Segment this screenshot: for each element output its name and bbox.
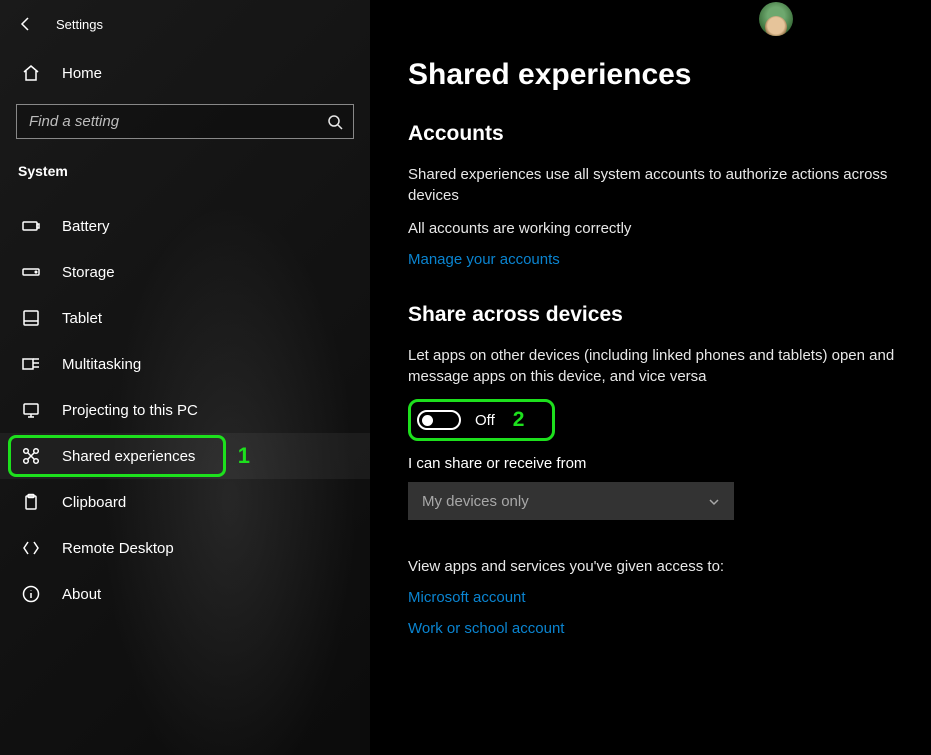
window-title: Settings <box>56 17 103 32</box>
toggle-state-label: Off <box>475 412 495 429</box>
sidebar-item-label: Multitasking <box>62 356 141 373</box>
home-button[interactable]: Home <box>0 56 370 98</box>
share-across-description: Let apps on other devices (including lin… <box>408 345 905 387</box>
share-across-heading: Share across devices <box>408 303 905 327</box>
home-label: Home <box>62 65 102 82</box>
accounts-status: All accounts are working correctly <box>408 218 905 239</box>
sidebar-item-label: Remote Desktop <box>62 540 174 557</box>
main-content: Shared experiences Accounts Shared exper… <box>370 0 931 755</box>
share-toggle[interactable] <box>417 410 461 430</box>
back-arrow-icon[interactable] <box>18 16 34 32</box>
annotation-number-1: 1 <box>238 443 250 469</box>
projecting-icon <box>22 401 40 419</box>
user-avatar[interactable] <box>759 2 793 36</box>
share-from-dropdown[interactable]: My devices only <box>408 482 734 520</box>
sidebar-item-label: Storage <box>62 264 115 281</box>
sidebar-item-storage[interactable]: Storage <box>0 249 370 295</box>
sidebar-item-label: Tablet <box>62 310 102 327</box>
accounts-heading: Accounts <box>408 122 905 146</box>
storage-icon <box>22 263 40 281</box>
access-links: Microsoft account Work or school account <box>408 589 905 637</box>
accounts-description: Shared experiences use all system accoun… <box>408 164 905 206</box>
battery-icon <box>22 217 40 235</box>
sidebar-item-multitasking[interactable]: Multitasking <box>0 341 370 387</box>
remote-desktop-icon <box>22 539 40 557</box>
annotation-number-2: 2 <box>513 408 525 432</box>
sidebar-item-label: Clipboard <box>62 494 126 511</box>
sidebar-item-label: Battery <box>62 218 110 235</box>
search-input[interactable] <box>29 113 327 130</box>
sidebar-nav: Battery Storage Tablet Multitasking Proj… <box>0 193 370 617</box>
sidebar-item-label: Shared experiences <box>62 448 195 465</box>
sidebar-item-tablet[interactable]: Tablet <box>0 295 370 341</box>
shared-experiences-icon <box>22 447 40 465</box>
dropdown-selected-value: My devices only <box>422 493 529 510</box>
home-icon <box>22 64 40 82</box>
tablet-icon <box>22 309 40 327</box>
toggle-knob <box>422 415 433 426</box>
sidebar-item-shared-experiences[interactable]: Shared experiences 1 <box>0 433 370 479</box>
page-title: Shared experiences <box>408 58 905 92</box>
sidebar: Settings Home System Battery Storage <box>0 0 370 755</box>
sidebar-item-clipboard[interactable]: Clipboard <box>0 479 370 525</box>
sidebar-item-battery[interactable]: Battery <box>0 203 370 249</box>
clipboard-icon <box>22 493 40 511</box>
sidebar-item-label: Projecting to this PC <box>62 402 198 419</box>
sidebar-group-heading: System <box>0 159 370 193</box>
search-icon <box>327 114 343 130</box>
search-input-wrapper[interactable] <box>16 104 354 139</box>
multitasking-icon <box>22 355 40 373</box>
sidebar-item-about[interactable]: About <box>0 571 370 617</box>
about-icon <box>22 585 40 603</box>
microsoft-account-link[interactable]: Microsoft account <box>408 589 905 606</box>
sidebar-item-label: About <box>62 586 101 603</box>
share-from-label: I can share or receive from <box>408 455 905 472</box>
sidebar-item-remote-desktop[interactable]: Remote Desktop <box>0 525 370 571</box>
sidebar-item-projecting[interactable]: Projecting to this PC <box>0 387 370 433</box>
share-toggle-wrapper: Off 2 <box>408 399 555 441</box>
chevron-down-icon <box>708 495 720 507</box>
access-lead-text: View apps and services you've given acce… <box>408 556 905 577</box>
titlebar: Settings <box>0 8 370 56</box>
work-school-account-link[interactable]: Work or school account <box>408 620 905 637</box>
manage-accounts-link[interactable]: Manage your accounts <box>408 251 560 268</box>
